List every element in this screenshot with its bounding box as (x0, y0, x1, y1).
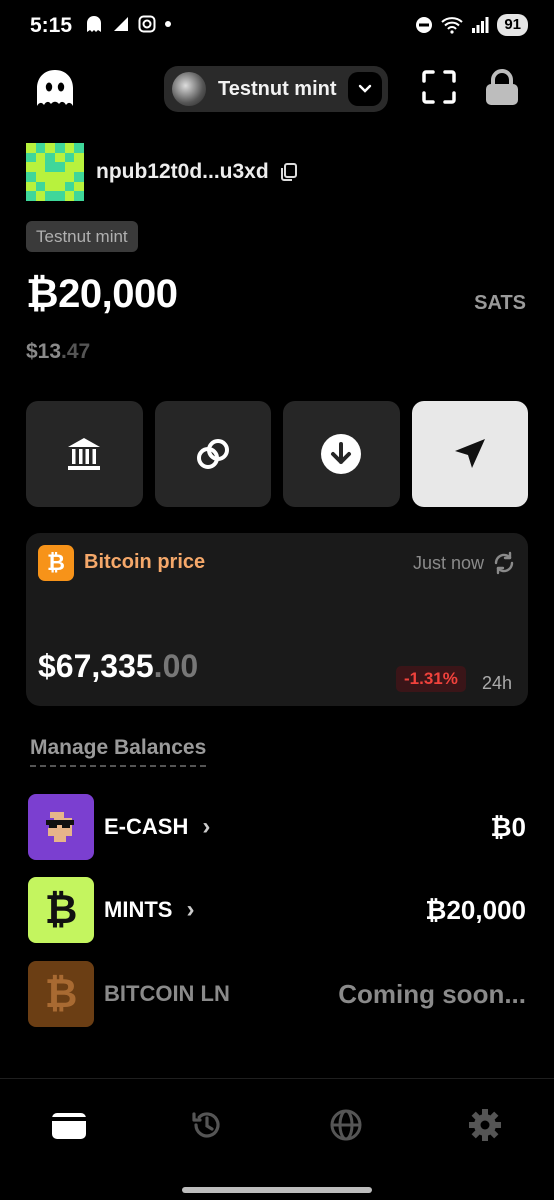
status-bar: 5:15 91 (0, 0, 554, 52)
link-icon (196, 439, 229, 469)
instagram-icon (138, 15, 156, 33)
balance-row-mints[interactable]: ₿ MINTS › ₿20,000 (28, 877, 526, 943)
chevron-right-icon: › (202, 813, 211, 840)
nav-explore[interactable] (326, 1105, 366, 1145)
balance-unit[interactable]: SATS (474, 292, 526, 315)
wifi-icon (441, 17, 463, 34)
link-button[interactable] (154, 401, 271, 507)
mint-avatar (172, 72, 206, 106)
balance-row-bitcoin-ln: ₿ BITCOIN LN Coming soon... (28, 961, 526, 1027)
cashew-icon (28, 794, 94, 860)
lock-icon[interactable] (484, 68, 520, 106)
bank-button[interactable] (26, 401, 143, 507)
scan-icon[interactable] (422, 70, 456, 104)
nav-settings[interactable] (465, 1105, 505, 1145)
gear-icon (469, 1109, 501, 1141)
fiat-balance: $13.47 (26, 340, 91, 363)
bottom-nav (0, 1078, 554, 1200)
send-button[interactable] (411, 401, 528, 507)
npub-label: npub12t0d...u3xd (96, 160, 269, 183)
mints-label: MINTS (104, 897, 173, 922)
cell-signal-icon (472, 17, 489, 33)
bitcoin-ln-label: BITCOIN LN (104, 981, 230, 1006)
mint-selector[interactable]: Testnut mint (164, 66, 388, 112)
bitcoin-price-card[interactable]: ₿ Bitcoin price Just now $67,335.00 -1.3… (26, 533, 528, 706)
chevron-down-icon[interactable] (348, 72, 382, 106)
signal-notification-icon (114, 17, 128, 31)
avatar (26, 143, 84, 201)
bitcoin-ln-value: Coming soon... (338, 978, 526, 1009)
receive-icon (321, 434, 362, 474)
price-change-period: 24h (482, 673, 513, 693)
mints-value: ₿20,000 (425, 894, 526, 925)
price-change-badge: -1.31% (396, 666, 466, 692)
copy-icon[interactable] (279, 162, 299, 182)
ecash-value: ₿0 (490, 811, 526, 842)
bank-icon (68, 438, 101, 470)
action-buttons (26, 401, 528, 507)
ghost-logo-icon (37, 70, 73, 106)
price-updated-time: Just now (412, 553, 484, 573)
dot-icon (165, 21, 171, 27)
balance-row-ecash[interactable]: E-CASH › ₿0 (28, 794, 526, 860)
mint-badge: Testnut mint (26, 221, 138, 252)
wallet-icon (52, 1113, 86, 1139)
bitcoin-price: $67,335.00 (38, 648, 199, 684)
bitcoin-b-icon: ₿ (28, 961, 94, 1027)
send-icon (454, 439, 485, 468)
mint-selector-label: Testnut mint (218, 77, 337, 100)
top-bar: Testnut mint (0, 62, 554, 118)
bitcoin-icon: ₿ (38, 545, 74, 581)
ecash-label: E-CASH (104, 814, 189, 839)
ghost-notification-icon (87, 16, 101, 32)
refresh-icon[interactable] (492, 551, 516, 575)
bitcoin-b-icon: ₿ (28, 877, 94, 943)
nav-history[interactable] (187, 1105, 227, 1145)
globe-icon (330, 1109, 362, 1141)
status-time: 5:15 (30, 14, 73, 37)
receive-button[interactable] (283, 401, 400, 507)
history-icon (192, 1112, 220, 1138)
manage-balances-heading[interactable]: Manage Balances (30, 736, 207, 767)
dnd-icon (416, 17, 433, 33)
balance-amount: ₿20,000 (26, 272, 178, 316)
chevron-right-icon: › (186, 896, 195, 923)
nav-wallet[interactable] (49, 1105, 89, 1145)
profile-row[interactable]: npub12t0d...u3xd (26, 143, 299, 201)
price-card-title: Bitcoin price (84, 551, 206, 573)
battery-indicator: 91 (497, 14, 528, 36)
home-indicator[interactable] (182, 1187, 372, 1193)
